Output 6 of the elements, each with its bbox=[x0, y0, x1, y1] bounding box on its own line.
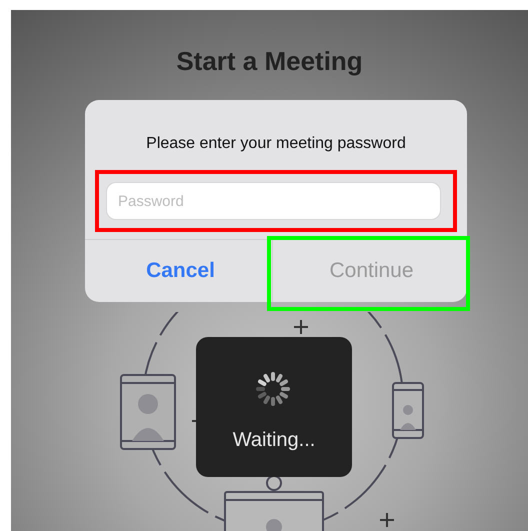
dialog-button[interactable]: Cancel bbox=[85, 239, 276, 302]
spinner-icon bbox=[255, 371, 291, 407]
waiting-text: Waiting... bbox=[232, 428, 316, 453]
dialog-message: Please enter your meeting password bbox=[145, 134, 407, 154]
password-field[interactable]: Password bbox=[106, 182, 441, 220]
page-title: Start a Meeting bbox=[175, 45, 364, 78]
